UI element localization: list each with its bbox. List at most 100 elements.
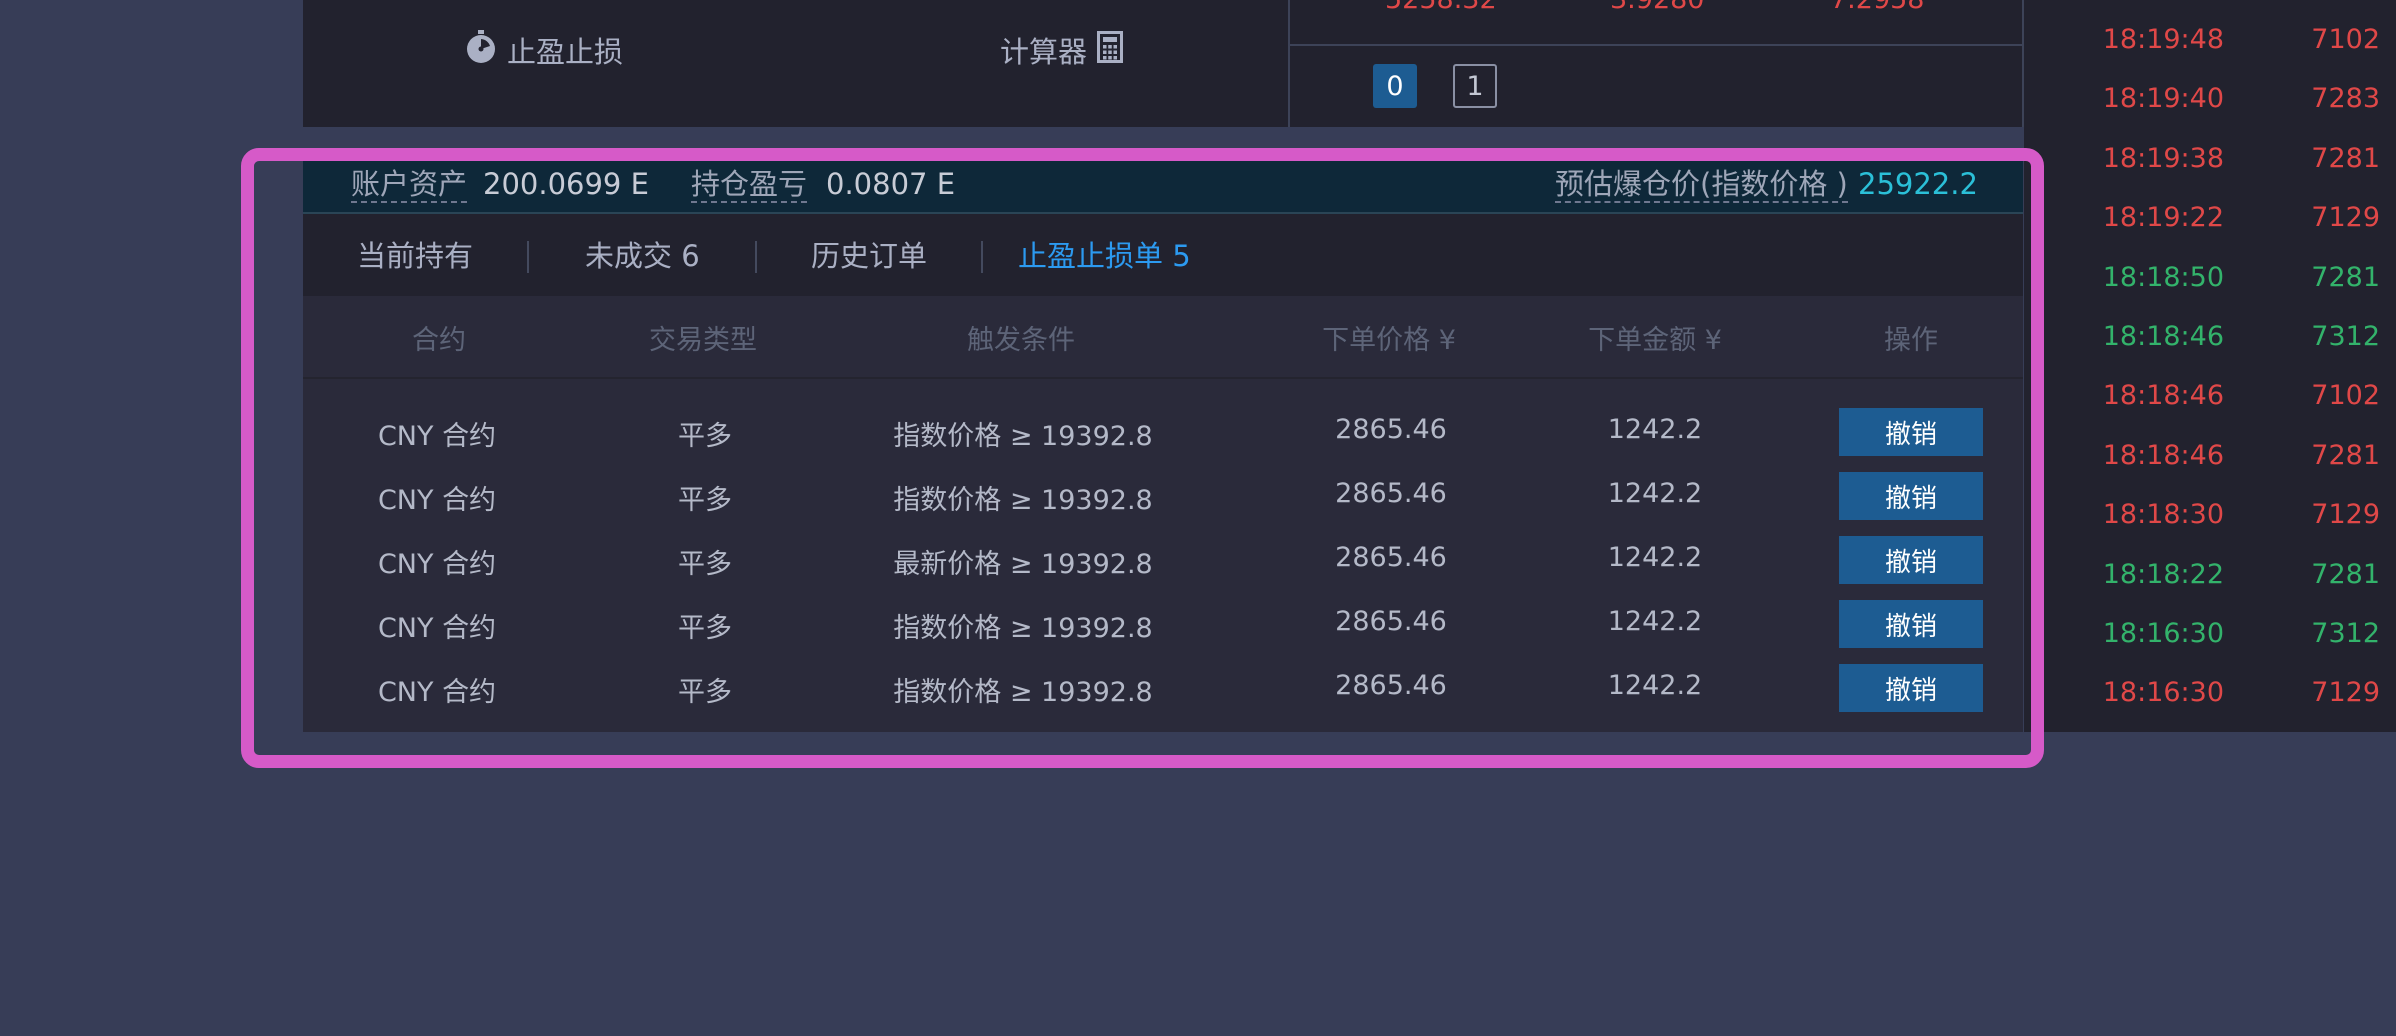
cell-trigger-condition: 指数价格 ≥ 19392.8 (893, 421, 1153, 452)
trade-row: 18:18:50 7281 (2024, 262, 2396, 302)
table-header: 合约 交易类型 触发条件 下单价格 ¥ 下单金额 ¥ 操作 (303, 296, 2023, 379)
trade-price: 7312 (2311, 321, 2380, 352)
trade-row: 18:18:22 7281 (2024, 559, 2396, 599)
trade-time: 18:18:50 (2102, 261, 2224, 293)
position-pnl-value: 0.0807 E (826, 167, 956, 201)
position-pnl-label[interactable]: 持仓盈亏 (691, 167, 808, 203)
cell-trigger-condition: 指数价格 ≥ 19392.8 (893, 613, 1153, 644)
trade-price: 7102 (2311, 24, 2380, 55)
trade-row: 18:19:40 7283 (2024, 83, 2396, 123)
tab-order-history[interactable]: 历史订单 (811, 238, 927, 274)
trade-time: 18:18:46 (2102, 380, 2224, 412)
cell-order-amount: 1242.2 (1607, 670, 1703, 701)
tab-current-holdings[interactable]: 当前持有 (357, 238, 473, 274)
trade-time: 18:18:30 (2102, 499, 2224, 531)
column-header-contract: 合约 (412, 325, 466, 356)
column-header-trigger: 触发条件 (967, 325, 1075, 356)
trade-row: 18:18:46 7102 (2024, 380, 2396, 420)
order-book-value: 7.2958 (1830, 0, 1924, 15)
table-row: CNY 合约 平多 指数价格 ≥ 19392.8 2865.46 1242.2 撤销 (303, 462, 2023, 526)
table-row: CNY 合约 平多 指数价格 ≥ 19392.8 2865.46 1242.2 撤销 (303, 398, 2023, 462)
trade-row: 18:16:30 7129 (2024, 677, 2396, 717)
cell-trade-type: 平多 (678, 549, 732, 580)
order-book-row: 5258.32 3.9280 7.2958 (1290, 0, 2022, 15)
trade-time: 18:18:46 (2102, 321, 2224, 352)
tab-open-orders[interactable]: 未成交 6 (585, 238, 700, 274)
trade-time: 18:18:46 (2102, 439, 2224, 471)
trade-price: 7102 (2311, 380, 2380, 412)
tp-sl-orders-table: 合约 交易类型 触发条件 下单价格 ¥ 下单金额 ¥ 操作 CNY 合约 平多 指数… (303, 296, 2023, 732)
trade-price: 7283 (2311, 83, 2380, 115)
trade-price: 7281 (2311, 439, 2380, 471)
calculator-button[interactable]: 计算器 (1000, 26, 1124, 74)
cell-trigger-condition: 指数价格 ≥ 19392.8 (893, 677, 1153, 708)
cell-order-price: 2865.46 (1335, 478, 1447, 509)
cell-trigger-condition: 指数价格 ≥ 19392.8 (893, 485, 1153, 516)
cancel-order-button[interactable]: 撤销 (1839, 472, 1983, 520)
cell-trigger-condition: 最新价格 ≥ 19392.8 (893, 549, 1153, 580)
account-summary-bar: 账户资产 200.0699 E 持仓盈亏 0.0807 E 预估爆仓价(指数价格… (303, 159, 2023, 214)
column-header-order-amount: 下单金额 ¥ (1588, 325, 1722, 356)
page-button-0[interactable]: 0 (1373, 64, 1417, 108)
liquidation-price-label[interactable]: 预估爆仓价(指数价格 ) (1555, 167, 1848, 203)
cell-order-price: 2865.46 (1335, 670, 1447, 701)
cell-order-amount: 1242.2 (1607, 542, 1703, 573)
divider (1290, 44, 2022, 46)
cell-order-amount: 1242.2 (1607, 414, 1703, 445)
cell-contract: CNY 合约 (377, 549, 497, 580)
tab-divider (981, 241, 983, 273)
trade-row: 18:19:22 7129 (2024, 202, 2396, 242)
order-book-value: 5258.32 (1385, 0, 1497, 15)
order-tabs: 当前持有 未成交 6 历史订单 止盈止损单 5 (303, 214, 2023, 296)
table-row: CNY 合约 平多 指数价格 ≥ 19392.8 2865.46 1242.2 撤销 (303, 654, 2023, 718)
liquidation-price-value: 25922.2 (1858, 167, 1978, 201)
cancel-order-button[interactable]: 撤销 (1839, 536, 1983, 584)
trade-price: 7129 (2311, 202, 2380, 234)
positions-panel: 账户资产 200.0699 E 持仓盈亏 0.0807 E 预估爆仓价(指数价格… (303, 159, 2023, 732)
stopwatch-icon (465, 29, 497, 71)
calculator-label: 计算器 (1000, 35, 1088, 69)
table-row: CNY 合约 平多 最新价格 ≥ 19392.8 2865.46 1242.2 撤销 (303, 526, 2023, 590)
cell-contract: CNY 合约 (377, 613, 497, 644)
take-profit-stop-loss-button[interactable]: 止盈止损 (465, 26, 623, 74)
trade-time: 18:18:22 (2102, 558, 2224, 590)
column-header-order-price: 下单价格 ¥ (1322, 325, 1456, 356)
order-book-value: 3.9280 (1610, 0, 1704, 15)
cell-order-amount: 1242.2 (1607, 478, 1703, 509)
recent-trades-list: 18:19:48 7102 18:19:40 7283 18:19:38 7281 18:1… (2024, 0, 2396, 732)
tab-divider (755, 241, 757, 273)
trade-price: 7129 (2311, 677, 2380, 709)
trade-time: 18:16:30 (2102, 677, 2224, 709)
trade-time: 18:19:22 (2102, 202, 2224, 234)
cancel-order-button[interactable]: 撤销 (1839, 600, 1983, 648)
trade-price: 7281 (2311, 261, 2380, 293)
cell-order-amount: 1242.2 (1607, 606, 1703, 637)
trade-row: 18:19:38 7281 (2024, 143, 2396, 183)
cell-order-price: 2865.46 (1335, 542, 1447, 573)
trade-price: 7312 (2311, 618, 2380, 649)
trade-time: 18:16:30 (2102, 618, 2224, 649)
account-assets-label[interactable]: 账户资产 (351, 167, 468, 203)
tab-tp-sl-orders[interactable]: 止盈止损单 5 (1018, 238, 1191, 274)
trade-price: 7281 (2311, 142, 2380, 174)
calculator-icon (1097, 30, 1124, 70)
cancel-order-button[interactable]: 撤销 (1839, 664, 1983, 712)
tools-bar: 止盈止损 计算器 (303, 0, 1288, 127)
column-header-action: 操作 (1884, 325, 1938, 356)
trade-price: 7129 (2311, 499, 2380, 531)
page-button-1[interactable]: 1 (1453, 64, 1497, 108)
trade-time: 18:19:40 (2102, 83, 2224, 115)
trade-row: 18:19:48 7102 (2024, 24, 2396, 64)
trade-price: 7281 (2311, 558, 2380, 590)
account-assets-value: 200.0699 E (483, 167, 649, 201)
cell-trade-type: 平多 (678, 421, 732, 452)
order-book-fragment: 5258.32 3.9280 7.2958 0 1 (1288, 0, 2024, 127)
take-profit-stop-loss-label: 止盈止损 (507, 35, 624, 69)
table-row: CNY 合约 平多 指数价格 ≥ 19392.8 2865.46 1242.2 撤销 (303, 590, 2023, 654)
column-header-trade-type: 交易类型 (649, 325, 757, 356)
cancel-order-button[interactable]: 撤销 (1839, 408, 1983, 456)
trade-row: 18:18:46 7281 (2024, 440, 2396, 480)
cell-order-price: 2865.46 (1335, 606, 1447, 637)
cell-trade-type: 平多 (678, 677, 732, 708)
trade-time: 18:19:38 (2102, 142, 2224, 174)
